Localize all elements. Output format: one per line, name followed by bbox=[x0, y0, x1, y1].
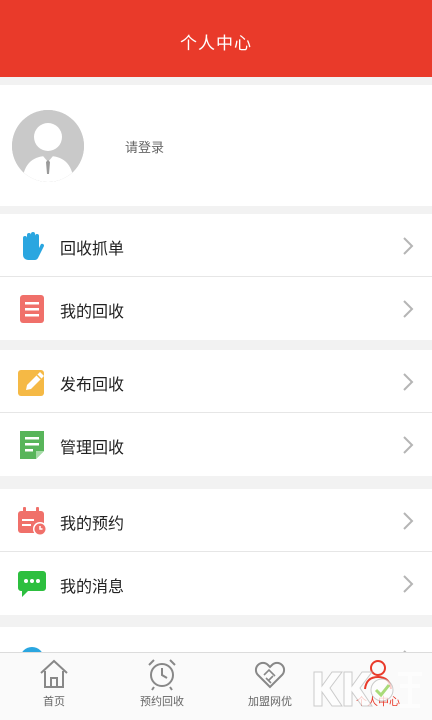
handshake-icon bbox=[254, 661, 286, 689]
file-manage-icon bbox=[20, 431, 44, 459]
profile-card[interactable]: 请登录 bbox=[0, 85, 432, 206]
menu-item-label: 管理回收 bbox=[60, 438, 125, 457]
menu-item-my-recycling[interactable]: 我的回收 bbox=[0, 277, 432, 340]
alarm-clock-icon bbox=[148, 659, 176, 691]
document-icon bbox=[20, 295, 44, 323]
menu-item-my-messages[interactable]: 我的消息 bbox=[0, 552, 432, 615]
menu-group-1: 回收抓单 我的回收 bbox=[0, 214, 432, 340]
menu-group-3: 我的预约 我的消息 bbox=[0, 489, 432, 615]
hand-icon bbox=[23, 232, 45, 261]
menu-group-2: 发布回收 管理回收 bbox=[0, 350, 432, 476]
page-title: 个人中心 bbox=[180, 34, 252, 54]
pencil-icon bbox=[18, 370, 44, 396]
avatar-icon[interactable] bbox=[12, 110, 84, 182]
chevron-right-icon bbox=[403, 512, 414, 530]
menu-item-grab-orders[interactable]: 回收抓单 bbox=[0, 214, 432, 277]
chevron-right-icon bbox=[403, 575, 414, 593]
message-icon bbox=[18, 571, 46, 597]
menu-item-my-appointments[interactable]: 我的预约 bbox=[0, 489, 432, 552]
menu-item-label: 我的消息 bbox=[60, 577, 125, 596]
login-link[interactable]: 请登录 bbox=[125, 137, 164, 156]
tab-label: 首页 bbox=[43, 695, 65, 708]
menu-item-label: 回收抓单 bbox=[60, 239, 125, 258]
tab-home[interactable]: 首页 bbox=[0, 653, 108, 720]
menu-item-publish-recycling[interactable]: 发布回收 bbox=[0, 350, 432, 413]
tab-label: 加盟网优 bbox=[248, 695, 292, 708]
header-bar: 个人中心 bbox=[0, 0, 432, 77]
tab-appointment-recycling[interactable]: 预约回收 bbox=[108, 653, 216, 720]
menu-item-label: 发布回收 bbox=[60, 375, 125, 394]
home-icon bbox=[40, 659, 68, 688]
menu-item-label: 我的回收 bbox=[60, 302, 125, 321]
tab-label: 预约回收 bbox=[140, 695, 184, 708]
chevron-right-icon bbox=[403, 300, 414, 318]
watermark-logo bbox=[313, 671, 422, 708]
chevron-right-icon bbox=[403, 373, 414, 391]
chevron-right-icon bbox=[403, 237, 414, 255]
menu-item-manage-recycling[interactable]: 管理回收 bbox=[0, 413, 432, 476]
chevron-right-icon bbox=[403, 436, 414, 454]
menu-item-label: 我的预约 bbox=[60, 514, 125, 533]
calendar-icon bbox=[18, 507, 47, 536]
